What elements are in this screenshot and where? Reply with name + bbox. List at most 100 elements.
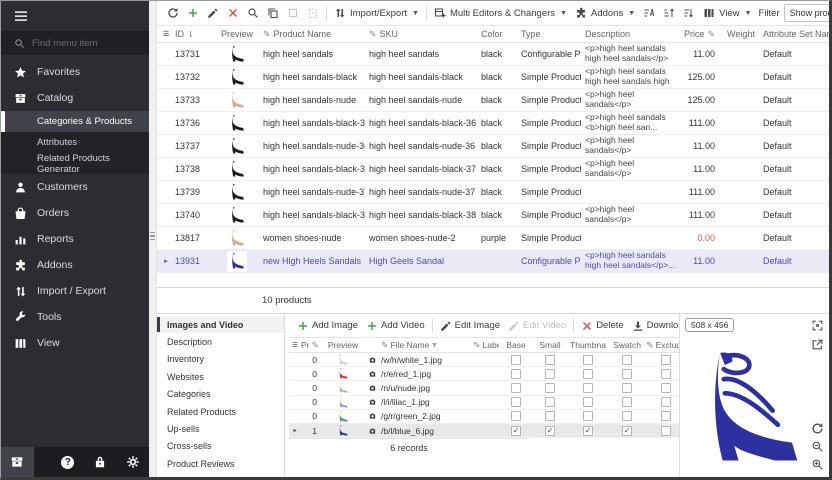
table-row-product-13733[interactable]: 13733high heel sandals-nudehigh heel san…: [157, 89, 829, 112]
exclude-checkbox[interactable]: [661, 411, 671, 421]
column-header-id[interactable]: ID⇂: [171, 29, 211, 39]
small-checkbox[interactable]: [545, 411, 555, 421]
base-checkbox[interactable]: [511, 383, 521, 393]
column-header-small[interactable]: Small: [533, 340, 567, 350]
cut-button[interactable]: [283, 3, 303, 23]
thumbnail-checkbox[interactable]: [583, 426, 593, 436]
view-dropdown[interactable]: View▼: [699, 3, 755, 23]
swatch-checkbox[interactable]: [622, 383, 632, 393]
table-row-product-13736[interactable]: 13736high heel sandals-black-36high heel…: [157, 112, 829, 135]
small-checkbox[interactable]: [545, 397, 555, 407]
exclude-checkbox[interactable]: [661, 383, 671, 393]
base-checkbox[interactable]: [511, 426, 521, 436]
footer-settings-button[interactable]: [117, 447, 150, 477]
sort-alphabetical-button[interactable]: [639, 3, 659, 23]
column-header-label[interactable]: ✎Label: [473, 340, 499, 351]
column-header-type[interactable]: Type: [517, 29, 581, 39]
tab-inventory[interactable]: Inventory: [157, 351, 284, 368]
footer-lock-button[interactable]: [84, 447, 117, 477]
refresh-button[interactable]: [163, 3, 183, 23]
column-header-color[interactable]: Color: [477, 29, 517, 39]
column-header-thumbnail[interactable]: Thumbna: [567, 340, 609, 350]
sidebar-item-import-export[interactable]: Import / Export: [1, 278, 149, 304]
table-row-product-13739[interactable]: 13739high heel sandals-nude-37high heel …: [157, 181, 829, 204]
sort-ascending-button[interactable]: [659, 3, 679, 23]
delete-product-button[interactable]: [223, 3, 243, 23]
exclude-checkbox[interactable]: [661, 369, 671, 379]
swatch-checkbox[interactable]: [622, 369, 632, 379]
import-export-dropdown[interactable]: Import/Export▼: [330, 3, 423, 23]
sidebar-item-addons[interactable]: Addons: [1, 252, 149, 278]
column-header-product-name[interactable]: ✎Product Name: [259, 29, 365, 40]
small-checkbox[interactable]: [545, 369, 555, 379]
tab-product-reviews[interactable]: Product Reviews: [157, 455, 284, 472]
sort-descending-button[interactable]: [679, 3, 699, 23]
fullscreen-button[interactable]: [811, 319, 824, 332]
image-row-nude.jpg[interactable]: 0/n/u/nude.jpg: [289, 381, 679, 395]
delete-image-button[interactable]: Delete: [577, 316, 627, 336]
zoom-out-button[interactable]: [811, 440, 824, 453]
multi-editors-dropdown[interactable]: Multi Editors & Changers▼: [430, 3, 571, 23]
base-checkbox[interactable]: [511, 355, 521, 365]
sidebar-item-customers[interactable]: Customers: [1, 174, 149, 200]
sidebar-item-orders[interactable]: Orders: [1, 200, 149, 226]
exclude-checkbox[interactable]: [661, 355, 671, 365]
table-row-product-13732[interactable]: 13732high heel sandals-blackhigh heel sa…: [157, 66, 829, 89]
column-header-description[interactable]: Description: [581, 29, 681, 39]
footer-toolbox-button[interactable]: [1, 447, 34, 477]
add-image-button[interactable]: Add Image: [293, 316, 362, 336]
thumbnail-checkbox[interactable]: [583, 383, 593, 393]
column-header-price[interactable]: Price✎: [681, 29, 723, 40]
zoom-in-button[interactable]: [811, 458, 824, 471]
swatch-checkbox[interactable]: [622, 355, 632, 365]
menu-search-field[interactable]: Find menu item: [1, 31, 149, 55]
column-header-attribute-set[interactable]: Attribute Set Name: [759, 29, 829, 39]
table-row-product-13737[interactable]: 13737high heel sandals-nude-36high heel …: [157, 135, 829, 158]
tab-related-products[interactable]: Related Products: [157, 403, 284, 420]
thumbnail-checkbox[interactable]: [583, 411, 593, 421]
table-row-product-13931[interactable]: ▸13931new High Heels SandalsHigh Geels S…: [157, 250, 829, 273]
table-row-product-13738[interactable]: 13738high heel sandals-black-37high heel…: [157, 158, 829, 181]
add-product-button[interactable]: [183, 3, 203, 23]
column-header-base[interactable]: Base: [499, 340, 533, 350]
exclude-checkbox[interactable]: [661, 426, 671, 436]
rotate-button[interactable]: [811, 422, 824, 435]
image-row-white_1.jpg[interactable]: 0/w/h/white_1.jpg: [289, 353, 679, 367]
sidebar-splitter[interactable]: [149, 1, 157, 477]
download-image-button[interactable]: Download Image: [628, 316, 679, 336]
addons-dropdown[interactable]: Addons▼: [571, 3, 639, 23]
small-checkbox[interactable]: [545, 383, 555, 393]
exclude-checkbox[interactable]: [661, 397, 671, 407]
thumbnail-checkbox[interactable]: [583, 355, 593, 365]
column-header-swatch[interactable]: Swatch: [609, 340, 645, 350]
column-header-preview[interactable]: Preview: [323, 340, 363, 350]
sidebar-item-favorites[interactable]: Favorites: [1, 59, 149, 85]
sidebar-subitem-attributes[interactable]: Attributes: [1, 132, 149, 153]
hamburger-menu-button[interactable]: [1, 1, 149, 31]
table-row-product-13731[interactable]: 13731high heel sandalshigh heel sandalsb…: [157, 43, 829, 66]
swatch-checkbox[interactable]: [622, 426, 632, 436]
add-video-button[interactable]: Add Video: [362, 316, 429, 336]
row-marker-column-header[interactable]: ☰: [289, 342, 301, 349]
column-header-position[interactable]: Pr✎: [301, 340, 323, 351]
copy-button[interactable]: [263, 3, 283, 23]
base-checkbox[interactable]: [511, 369, 521, 379]
tab-cross-sells[interactable]: Cross-sells: [157, 438, 284, 455]
image-row-red_1.jpg[interactable]: 0/r/e/red_1.jpg: [289, 367, 679, 381]
edit-product-button[interactable]: [203, 3, 223, 23]
paste-button[interactable]: [303, 3, 323, 23]
small-checkbox[interactable]: [545, 355, 555, 365]
image-row-green_2.jpg[interactable]: 0/g/r/green_2.jpg: [289, 410, 679, 424]
sidebar-item-tools[interactable]: Tools: [1, 304, 149, 330]
column-header-preview[interactable]: Preview: [211, 29, 259, 39]
swatch-checkbox[interactable]: [622, 397, 632, 407]
table-row-product-13817[interactable]: 13817women shoes-nudewomen shoes-nude-2p…: [157, 227, 829, 250]
tab-up-sells[interactable]: Up-sells: [157, 420, 284, 437]
column-header-sku[interactable]: ✎SKU: [365, 29, 477, 40]
image-row-lilac_1.jpg[interactable]: 0/l/i/lilac_1.jpg: [289, 396, 679, 410]
sidebar-item-reports[interactable]: Reports: [1, 226, 149, 252]
footer-help-button[interactable]: ?: [52, 447, 85, 477]
tab-images-and-video[interactable]: Images and Video: [157, 316, 284, 333]
tab-categories[interactable]: Categories: [157, 386, 284, 403]
base-checkbox[interactable]: [511, 397, 521, 407]
